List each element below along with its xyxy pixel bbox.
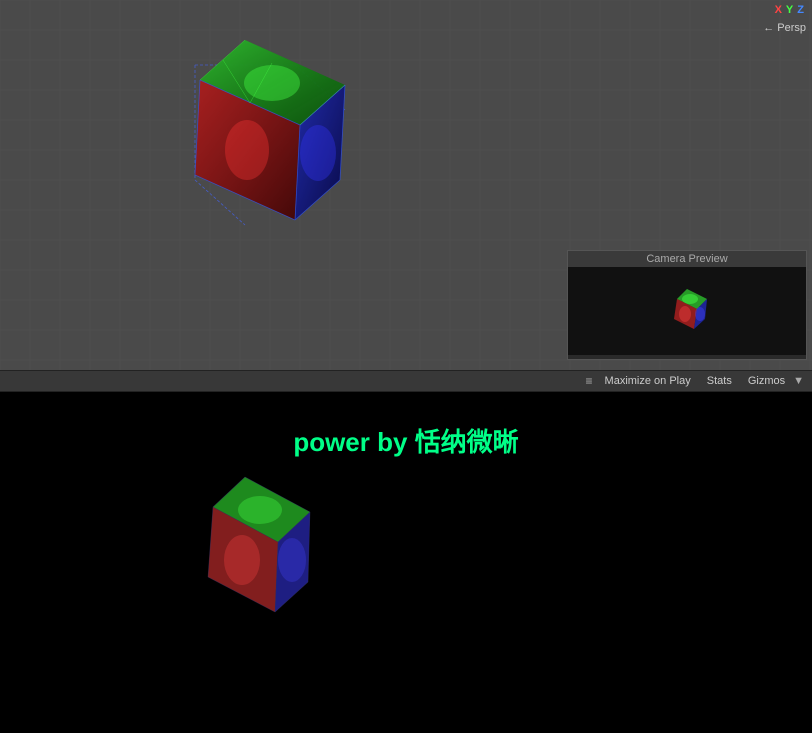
scene-cube [155,35,355,255]
power-text: power by 恬纳微晰 [293,422,518,459]
toolbar-strip: ≡ Maximize on Play Stats Gizmos ▼ [0,370,812,392]
persp-label: ← Persp [763,22,806,34]
toolbar-buttons: Maximize on Play Stats Gizmos ▼ [597,373,804,389]
scene-viewport[interactable]: X Y Z ← Persp [0,0,812,370]
game-cube [170,472,320,637]
maximize-on-play-button[interactable]: Maximize on Play [597,373,699,389]
camera-preview-cube [662,286,712,336]
toolbar-menu-icon[interactable]: ≡ [586,374,593,388]
stats-button[interactable]: Stats [699,373,740,389]
camera-preview-panel: Camera Preview [567,250,807,360]
game-viewport[interactable]: power by 恬纳微晰 [0,392,812,733]
gizmos-button[interactable]: Gizmos [740,373,793,389]
camera-preview-content [568,267,806,355]
camera-preview-title: Camera Preview [568,251,806,267]
axis-gizmo: X Y Z [775,4,804,16]
y-axis-label: Y [786,4,793,16]
x-axis-label: X [775,4,782,16]
gizmos-dropdown[interactable]: ▼ [793,375,804,387]
z-axis-label: Z [797,4,804,16]
